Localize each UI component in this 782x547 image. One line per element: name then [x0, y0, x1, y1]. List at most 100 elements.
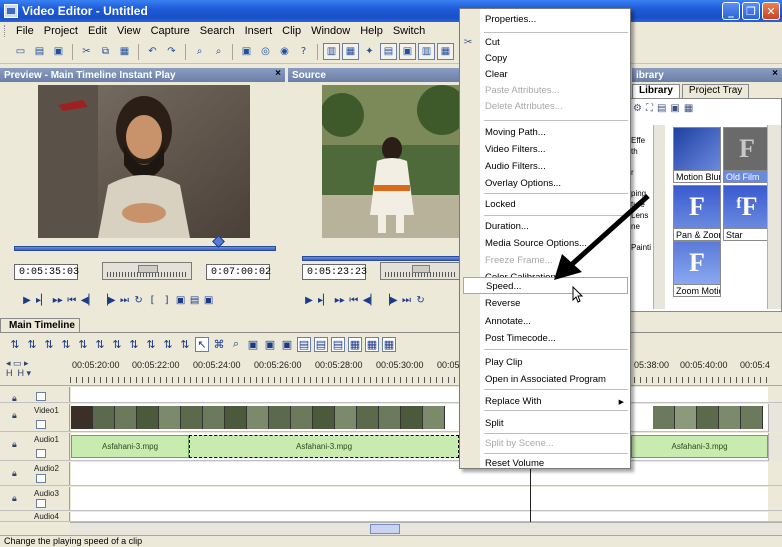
timeline-view-icon[interactable]: ▤ — [314, 336, 328, 352]
menu-item-annotate[interactable]: Annotate... — [485, 313, 627, 330]
track-toggle[interactable] — [36, 474, 46, 483]
track-toggle[interactable] — [36, 392, 46, 401]
effect-old-film[interactable]: F Old Film — [723, 127, 771, 183]
source-play-selection-icon[interactable]: ▸▸ — [335, 295, 345, 306]
go-end-icon[interactable]: ⏭ — [120, 295, 130, 306]
disc-icon[interactable]: ◎ — [257, 43, 274, 60]
restore-button[interactable]: ❐ — [742, 2, 760, 20]
find-next-icon[interactable]: ⌕ — [210, 43, 227, 60]
menu-item-audio-filters[interactable]: Audio Filters... — [485, 158, 627, 175]
timeline-tool-icon[interactable]: ▣ — [280, 338, 294, 351]
menu-help[interactable]: Help — [360, 25, 383, 37]
prev-frame-icon[interactable]: ◀▏ — [81, 295, 96, 306]
timeline-view-icon[interactable]: ▤ — [331, 336, 345, 352]
new-icon[interactable]: ▭ — [12, 43, 29, 60]
timeline-tool-icon[interactable]: ⇅ — [76, 338, 90, 351]
menu-item-reset-volume[interactable]: Reset Volume — [485, 455, 627, 472]
next-frame-icon[interactable]: ▕▶ — [100, 295, 115, 306]
effect-pan-zoom[interactable]: F Pan & Zoom — [673, 185, 721, 241]
help-icon[interactable]: ? — [295, 43, 312, 60]
library-close-icon[interactable]: × — [772, 68, 778, 79]
menu-item-split[interactable]: Split — [485, 415, 627, 432]
layout-1-icon[interactable]: ▥ — [323, 43, 340, 60]
fullscreen-icon[interactable]: ▣ — [204, 295, 214, 306]
library-effects-scrollbar[interactable] — [767, 125, 781, 309]
audio1-lane[interactable]: Asfahani-3.mpg Asfahani-3.mpg Asfahani-3… — [71, 433, 768, 460]
menu-item-properties[interactable]: Properties... — [485, 11, 627, 28]
timeline-tool-icon[interactable]: ⇅ — [127, 338, 141, 351]
play-selection-icon[interactable]: ▸▸ — [53, 295, 63, 306]
audio-clip[interactable]: Asfahani-3.mpg — [71, 435, 189, 458]
audio2-lane[interactable] — [71, 462, 768, 485]
menu-clip[interactable]: Clip — [282, 25, 301, 37]
menu-item-moving-path[interactable]: Moving Path... — [485, 124, 627, 141]
layout-6-icon[interactable]: ▥ — [418, 43, 435, 60]
menu-item-reverse[interactable]: Reverse — [485, 295, 627, 312]
open-icon[interactable]: ▤ — [31, 43, 48, 60]
track-toggle[interactable] — [36, 449, 46, 458]
menu-view[interactable]: View — [117, 25, 141, 37]
source-play-range-icon[interactable]: ▸▏ — [318, 295, 331, 306]
preview-timecode-start[interactable]: 0:05:35:03 — [14, 264, 79, 280]
menu-switch[interactable]: Switch — [393, 25, 425, 37]
menu-item-cut[interactable]: Cut — [485, 34, 627, 51]
library-category-scrollbar[interactable] — [653, 125, 665, 309]
track-scrollbar[interactable] — [768, 433, 782, 461]
video-clip-filmstrip[interactable] — [71, 406, 461, 429]
paste-icon[interactable]: ▦ — [116, 43, 133, 60]
cut-icon[interactable]: ✂ — [78, 43, 95, 60]
timeline-tool-icon[interactable]: ⌘ — [212, 338, 226, 351]
audio-clip-selected[interactable]: Asfahani-3.mpg — [189, 435, 459, 458]
timeline-view-icon[interactable]: ▤ — [297, 336, 311, 352]
find-icon[interactable]: ⌕ — [191, 43, 208, 60]
menu-insert[interactable]: Insert — [245, 25, 273, 37]
menu-search[interactable]: Search — [200, 25, 235, 37]
timeline-horizontal-scrollbar[interactable] — [70, 522, 782, 535]
layout-5-icon[interactable]: ▣ — [399, 43, 416, 60]
audio-clip[interactable]: Asfahani-3.mpg — [631, 435, 768, 458]
timeline-tool-icon[interactable]: ⇅ — [25, 338, 39, 351]
loop-icon[interactable]: ↻ — [134, 295, 144, 306]
menu-project[interactable]: Project — [44, 25, 78, 37]
menu-file[interactable]: File — [16, 25, 34, 37]
menu-item-paste-attributes[interactable]: Paste Attributes... — [485, 82, 627, 99]
timeline-tool-icon[interactable]: ⇅ — [161, 338, 175, 351]
timeline-tool-icon[interactable]: ▣ — [246, 338, 260, 351]
redo-icon[interactable]: ↷ — [163, 43, 180, 60]
ruler-zoom-controls[interactable]: ◂ ▭ ▸ H H ▾ — [6, 358, 31, 378]
timeline-tool-icon[interactable]: ⇅ — [144, 338, 158, 351]
library-category[interactable]: r — [631, 167, 651, 178]
menu-item-open-associated[interactable]: Open in Associated Program — [485, 371, 627, 388]
timeline-tool-icon[interactable]: ⇅ — [59, 338, 73, 351]
track-scrollbar[interactable] — [768, 404, 782, 432]
timeline-tool-icon[interactable]: ▣ — [263, 338, 277, 351]
source-go-end-icon[interactable]: ⏭ — [402, 295, 412, 306]
capture-icon[interactable]: ▣ — [238, 43, 255, 60]
tab-project-tray[interactable]: Project Tray — [681, 84, 750, 98]
tab-main-timeline[interactable]: Main Timeline — [0, 318, 80, 333]
layout-3-icon[interactable]: ✦ — [361, 43, 378, 60]
timeline-tool-icon[interactable]: ⇅ — [42, 338, 56, 351]
preview-timecode-end[interactable]: 0:07:00:02 — [206, 264, 271, 280]
timeline-tool-icon[interactable]: ⇅ — [8, 338, 22, 351]
zoom-tool-icon[interactable]: ⌕ — [229, 337, 243, 351]
source-play-icon[interactable]: ▶ — [304, 295, 314, 306]
menu-edit[interactable]: Edit — [88, 25, 107, 37]
timeline-view-icon[interactable]: ▦ — [348, 336, 362, 352]
menu-item-post-timecode[interactable]: Post Timecode... — [485, 330, 627, 347]
library-tool-2-icon[interactable]: ⛶ — [646, 103, 653, 114]
track-lock-icon[interactable]: 🔒︎ — [12, 439, 17, 450]
preview-position-track[interactable] — [14, 246, 276, 251]
library-tool-5-icon[interactable]: ▦ — [684, 103, 693, 114]
menu-item-play-clip[interactable]: Play Clip — [485, 354, 627, 371]
preview-jog-wheel[interactable] — [102, 262, 192, 280]
mark-in-icon[interactable]: [ — [148, 295, 158, 306]
fit-icon[interactable]: ▤ — [190, 295, 200, 306]
effect-motion-blur[interactable]: Motion Blur — [673, 127, 721, 183]
library-tool-1-icon[interactable]: ⚙ — [633, 103, 642, 114]
burn-icon[interactable]: ◉ — [276, 43, 293, 60]
close-button[interactable]: ✕ — [762, 2, 780, 20]
source-timecode-start[interactable]: 0:05:23:23 — [302, 264, 367, 280]
video1-lane[interactable] — [71, 404, 768, 431]
library-category[interactable]: th — [631, 146, 651, 157]
